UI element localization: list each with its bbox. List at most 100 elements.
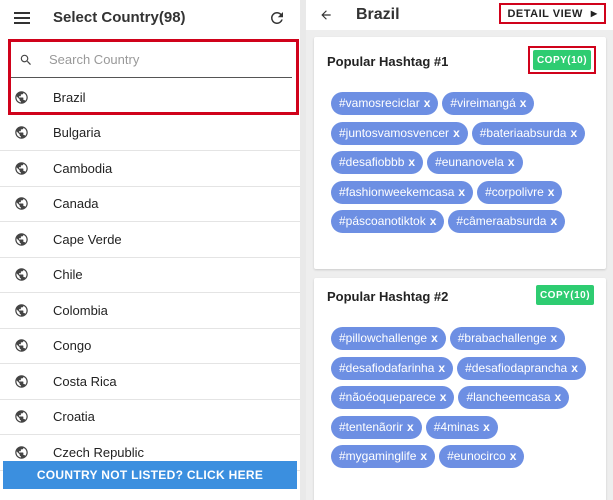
hashtag-chip[interactable]: #vireimangá x <box>442 92 535 115</box>
remove-tag-icon[interactable]: x <box>420 449 427 463</box>
hashtag-chip[interactable]: #câmeraabsurda x <box>448 210 566 233</box>
country-label: Cambodia <box>53 160 113 176</box>
country-not-listed-button[interactable]: COUNTRY NOT LISTED? CLICK HERE <box>3 461 297 489</box>
hashtag-text: #vireimangá <box>450 96 516 110</box>
remove-tag-icon[interactable]: x <box>510 449 517 463</box>
globe-icon <box>14 303 29 318</box>
country-item[interactable]: Congo <box>0 329 300 364</box>
country-item[interactable]: Canada <box>0 187 300 222</box>
country-label: Colombia <box>53 302 108 318</box>
hashtag-list: #pillowchallenge x #brabachallenge x #desafi… <box>331 327 600 475</box>
globe-icon <box>14 445 29 460</box>
hashtag-detail-pane: Brazil DETAIL VIEW ▶ Popular Hashtag #1 … <box>306 0 613 500</box>
menu-icon[interactable] <box>14 11 30 24</box>
remove-tag-icon[interactable]: x <box>571 361 578 375</box>
remove-tag-icon[interactable]: x <box>407 420 414 434</box>
remove-tag-icon[interactable]: x <box>520 96 527 110</box>
globe-icon <box>14 374 29 389</box>
country-item[interactable]: Cape Verde <box>0 222 300 258</box>
remove-tag-icon[interactable]: x <box>431 331 438 345</box>
hashtag-chip[interactable]: #fashionweekemcasa x <box>331 180 474 204</box>
hashtag-card-1: Popular Hashtag #1 COPY(10) #vamosrecicl… <box>314 37 606 269</box>
hashtag-chip[interactable]: #pillowchallenge x <box>331 327 446 350</box>
hashtag-text: #nãoéoqueparece <box>339 390 436 404</box>
globe-icon <box>14 161 29 176</box>
detail-view-button[interactable]: DETAIL VIEW ▶ <box>499 3 606 24</box>
remove-tag-icon[interactable]: x <box>550 214 557 228</box>
remove-tag-icon[interactable]: x <box>430 214 437 228</box>
remove-tag-icon[interactable]: x <box>458 185 465 199</box>
country-label: Costa Rica <box>53 373 117 389</box>
hashtag-text: #juntosvamosvencer <box>339 125 450 140</box>
remove-tag-icon[interactable]: x <box>548 185 555 199</box>
globe-icon <box>14 125 29 140</box>
country-label: Croatia <box>53 409 95 425</box>
country-item[interactable]: Cambodia <box>0 151 300 187</box>
remove-tag-icon[interactable]: x <box>440 390 447 404</box>
hashtag-chip[interactable]: #bateriaabsurda x <box>471 121 586 145</box>
remove-tag-icon[interactable]: x <box>408 155 415 169</box>
globe-icon <box>14 196 29 211</box>
hashtag-chip[interactable]: #páscoanotiktok x <box>331 210 445 233</box>
hashtag-chip[interactable]: #mygaminglife x <box>331 445 436 468</box>
hashtag-chip[interactable]: #desafiobbb x <box>331 151 424 174</box>
search-bar <box>11 42 292 78</box>
hashtag-text: #eunocirco <box>447 449 506 463</box>
hashtag-card-2: Popular Hashtag #2 COPY(10) #pillowchall… <box>314 278 606 500</box>
country-label: Cape Verde <box>53 231 122 247</box>
hashtag-chip[interactable]: #brabachallenge x <box>449 327 566 350</box>
back-arrow-icon[interactable] <box>318 8 334 22</box>
remove-tag-icon[interactable]: x <box>453 126 460 140</box>
country-label: Congo <box>53 338 92 354</box>
hashtag-chip[interactable]: #tentenãorir x <box>331 415 422 439</box>
hashtag-text: #bateriaabsurda <box>479 125 567 140</box>
remove-tag-icon[interactable]: x <box>483 420 490 434</box>
hashtag-text: #desafiodafarinha <box>339 360 435 375</box>
globe-icon <box>14 267 29 282</box>
card-title: Popular Hashtag #2 <box>327 289 449 304</box>
country-picker-header: Select Country(98) <box>0 0 300 35</box>
country-label: Chile <box>53 267 83 283</box>
remove-tag-icon[interactable]: x <box>438 361 445 375</box>
refresh-icon[interactable] <box>268 9 286 27</box>
country-item[interactable]: Brazil <box>0 80 300 116</box>
hashtag-chip[interactable]: #desafiodafarinha x <box>331 356 454 380</box>
remove-tag-icon[interactable]: x <box>551 331 558 345</box>
hashtag-list: #vamosreciclar x #vireimangá x #juntosvamosv… <box>331 92 600 240</box>
globe-icon <box>14 409 29 424</box>
hashtag-chip[interactable]: #4minas x <box>425 415 498 439</box>
country-item[interactable]: Chile <box>0 258 300 293</box>
hashtag-text: #desafiodaprancha <box>465 360 568 375</box>
hashtag-chip[interactable]: #juntosvamosvencer x <box>331 121 468 145</box>
country-title: Brazil <box>356 6 400 23</box>
globe-icon <box>14 338 29 353</box>
hashtag-text: #4minas <box>433 419 480 434</box>
remove-tag-icon[interactable]: x <box>555 390 562 404</box>
copy-button[interactable]: COPY(10) <box>536 285 594 305</box>
hashtag-chip[interactable]: #nãoéoqueparece x <box>331 386 455 409</box>
search-input[interactable] <box>49 52 279 67</box>
hashtag-chip[interactable]: #vamosreciclar x <box>331 92 439 115</box>
hashtag-chip[interactable]: #eunanovela x <box>427 151 523 174</box>
remove-tag-icon[interactable]: x <box>508 155 515 169</box>
copy-button[interactable]: COPY(10) <box>533 50 591 70</box>
country-item[interactable]: Croatia <box>0 400 300 435</box>
remove-tag-icon[interactable]: x <box>570 126 577 140</box>
remove-tag-icon[interactable]: x <box>424 96 431 110</box>
country-item[interactable]: Bulgaria <box>0 116 300 151</box>
country-label: Canada <box>53 196 99 212</box>
hashtag-chip[interactable]: #desafiodaprancha x <box>457 356 586 380</box>
hashtag-text: #lancheemcasa <box>466 390 551 404</box>
hashtag-text: #mygaminglife <box>339 449 417 463</box>
caret-right-icon: ▶ <box>590 9 598 18</box>
globe-icon <box>14 90 29 105</box>
country-item[interactable]: Colombia <box>0 293 300 329</box>
country-item[interactable]: Costa Rica <box>0 364 300 400</box>
country-label: Bulgaria <box>53 125 101 141</box>
globe-icon <box>14 232 29 247</box>
hashtag-chip[interactable]: #eunocirco x <box>439 445 525 468</box>
search-icon <box>20 54 31 65</box>
hashtag-chip[interactable]: #corpolivre x <box>477 180 563 204</box>
app-root: Select Country(98) Brazil Bulgaria Cambodi… <box>0 0 613 500</box>
hashtag-chip[interactable]: #lancheemcasa x <box>458 386 570 409</box>
